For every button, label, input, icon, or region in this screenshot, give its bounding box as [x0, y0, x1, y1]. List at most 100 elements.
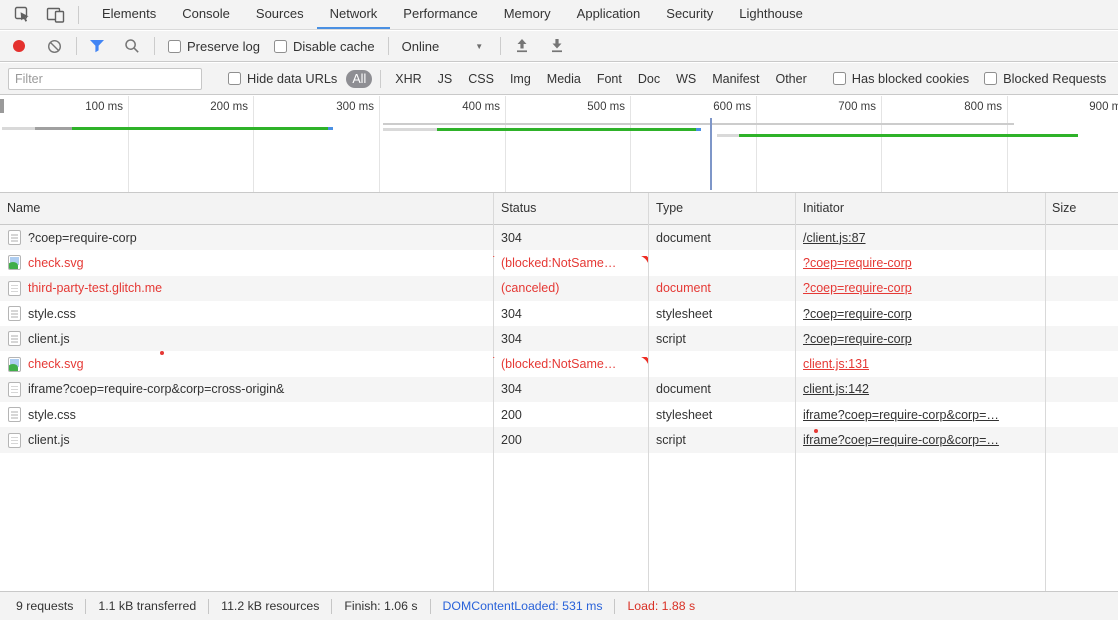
toolbar-divider [78, 6, 79, 24]
device-toolbar-icon[interactable] [46, 6, 65, 23]
preserve-log-label: Preserve log [187, 39, 260, 54]
network-filter-bar: Hide data URLs All XHR JSCSSImgMediaFontD… [0, 63, 1118, 95]
filter-pill-js[interactable]: JS [432, 70, 459, 88]
initiator-link[interactable]: iframe?coep=require-corp&corp=… [803, 408, 999, 422]
resource-type-pills: XHR JSCSSImgMediaFontDocWSManifestOther [387, 70, 815, 88]
filter-funnel-icon[interactable] [89, 39, 105, 53]
tab-network[interactable]: Network [317, 0, 391, 29]
initiator-link[interactable]: iframe?coep=require-corp&corp=… [803, 433, 999, 447]
initiator-link[interactable]: client.js:142 [803, 382, 869, 396]
timeline-gridline [505, 96, 506, 192]
document-file-icon [8, 433, 21, 448]
initiator-link[interactable]: ?coep=require-corp [803, 256, 912, 270]
waterfall-bar [383, 128, 437, 131]
waterfall-bar [437, 128, 696, 131]
status-text: (blocked:NotSame… [501, 357, 616, 371]
timeline-gridline [379, 96, 380, 192]
table-row[interactable]: style.css 304 stylesheet ?coep=require-c… [0, 301, 1118, 326]
document-file-icon [8, 331, 21, 346]
export-har-icon[interactable] [550, 38, 564, 54]
filter-pill-font[interactable]: Font [591, 70, 628, 88]
preserve-log-checkbox[interactable] [168, 40, 181, 53]
column-header-name[interactable]: Name [7, 193, 40, 224]
table-row[interactable]: client.js 304 script ?coep=require-corp [0, 326, 1118, 351]
status-bar-item: DOMContentLoaded: 531 ms [431, 599, 615, 613]
timeline-tick-label: 800 ms [930, 101, 1002, 113]
status-text: (blocked:NotSame… [501, 256, 616, 270]
tab-console[interactable]: Console [169, 0, 243, 29]
tab-lighthouse[interactable]: Lighthouse [726, 0, 816, 29]
filter-pill-img[interactable]: Img [504, 70, 537, 88]
throttling-select[interactable]: Online [402, 39, 440, 54]
table-row[interactable]: check.svg (blocked:NotSame… client.js:13… [0, 351, 1118, 376]
panel-tabs: Elements Console Sources Network Performance… [89, 0, 816, 29]
initiator-link[interactable]: client.js:131 [803, 357, 869, 371]
table-row[interactable]: check.svg (blocked:NotSame… ?coep=requir… [0, 250, 1118, 275]
timeline-tick-label: 300 ms [302, 101, 374, 113]
filter-pill-media[interactable]: Media [541, 70, 587, 88]
record-icon[interactable] [13, 40, 25, 52]
tab-memory[interactable]: Memory [491, 0, 564, 29]
table-row[interactable]: third-party-test.glitch.me (canceled) do… [0, 276, 1118, 301]
filter-input[interactable] [8, 68, 202, 90]
waterfall-bar [739, 134, 1078, 137]
table-row[interactable]: ?coep=require-corp 304 document /client.… [0, 225, 1118, 250]
column-header-initiator[interactable]: Initiator [803, 193, 844, 224]
tab-sources[interactable]: Sources [243, 0, 317, 29]
table-row[interactable]: style.css 200 stylesheet iframe?coep=req… [0, 402, 1118, 427]
table-row[interactable]: iframe?coep=require-corp&corp=cross-orig… [0, 377, 1118, 402]
hide-data-urls-checkbox[interactable] [228, 72, 241, 85]
tab-security[interactable]: Security [653, 0, 726, 29]
hide-data-urls-label: Hide data URLs [247, 71, 337, 86]
filter-pill-all[interactable]: All [346, 70, 372, 88]
waterfall-bar [0, 99, 4, 113]
clear-icon[interactable] [47, 39, 62, 54]
tab-label: Network [330, 6, 378, 21]
filter-pill-css[interactable]: CSS [462, 70, 500, 88]
has-blocked-cookies-checkbox[interactable] [833, 72, 846, 85]
chevron-down-icon[interactable]: ▼ [475, 42, 483, 51]
initiator-link[interactable]: ?coep=require-corp [803, 281, 912, 295]
filter-pill-xhr[interactable]: XHR [389, 70, 427, 88]
inspect-element-icon[interactable] [14, 6, 31, 23]
filter-pill-ws[interactable]: WS [670, 70, 702, 88]
document-file-icon [8, 306, 21, 321]
table-row[interactable]: client.js 200 script iframe?coep=require… [0, 427, 1118, 452]
red-annotation-dot [814, 429, 818, 433]
search-icon[interactable] [124, 38, 140, 54]
tab-performance[interactable]: Performance [390, 0, 490, 29]
request-name: check.svg [28, 357, 84, 371]
waterfall-bar [2, 127, 35, 130]
status-cell: (blocked:NotSame… [493, 357, 648, 371]
filter-pill-other[interactable]: Other [769, 70, 812, 88]
tab-label: Security [666, 6, 713, 21]
column-header-type[interactable]: Type [656, 193, 683, 224]
status-cell: 304 [493, 382, 648, 396]
document-file-icon [8, 230, 21, 245]
tab-label: Console [182, 6, 230, 21]
disable-cache-checkbox[interactable] [274, 40, 287, 53]
status-text: 304 [501, 332, 522, 346]
filter-pill-doc[interactable]: Doc [632, 70, 666, 88]
table-body: ?coep=require-corp 304 document /client.… [0, 225, 1118, 453]
document-file-icon [8, 407, 21, 422]
timeline-gridline [630, 96, 631, 192]
image-file-icon [8, 255, 21, 270]
column-header-size[interactable]: Size [1052, 193, 1076, 224]
request-name: third-party-test.glitch.me [28, 281, 162, 295]
import-har-icon[interactable] [515, 38, 529, 54]
tab-label: Lighthouse [739, 6, 803, 21]
timeline-tick-label: 200 ms [176, 101, 248, 113]
network-overview-waterfall[interactable]: 100 ms200 ms300 ms400 ms500 ms600 ms700 … [0, 96, 1118, 192]
type-cell: stylesheet [648, 307, 795, 321]
initiator-link[interactable]: ?coep=require-corp [803, 307, 912, 321]
tab-application[interactable]: Application [564, 0, 654, 29]
initiator-link[interactable]: ?coep=require-corp [803, 332, 912, 346]
column-header-status[interactable]: Status [501, 193, 536, 224]
blocked-requests-checkbox[interactable] [984, 72, 997, 85]
initiator-link[interactable]: /client.js:87 [803, 231, 866, 245]
red-annotation-dot [160, 351, 164, 355]
document-file-icon [8, 281, 21, 296]
filter-pill-manifest[interactable]: Manifest [706, 70, 765, 88]
tab-elements[interactable]: Elements [89, 0, 169, 29]
